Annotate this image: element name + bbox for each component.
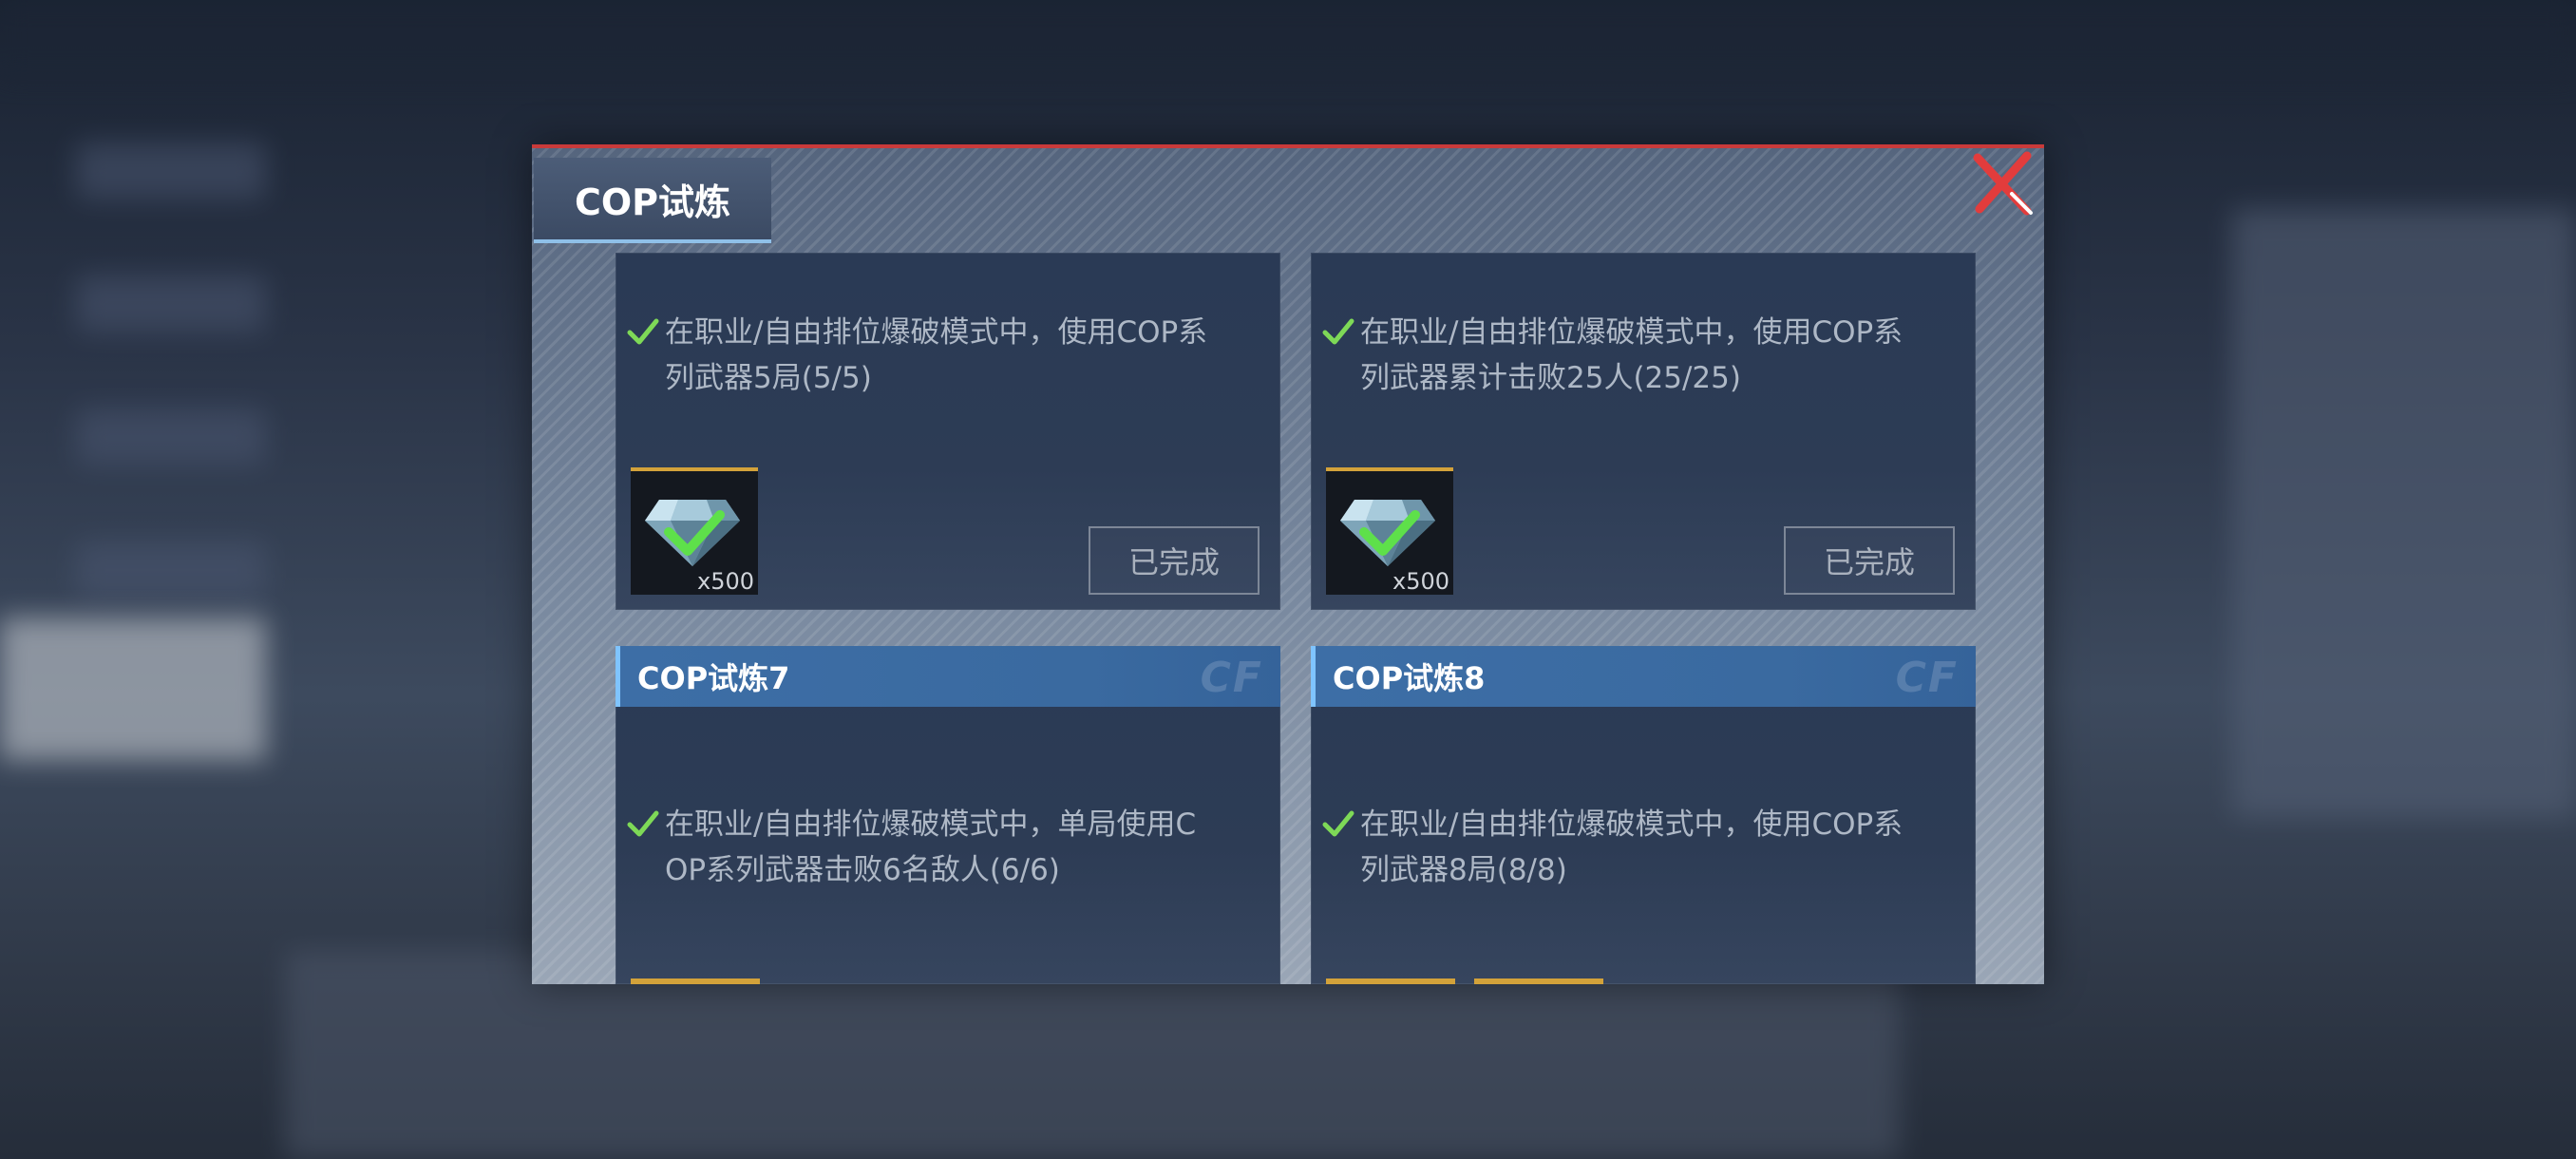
task-row: 在职业/自由排位爆破模式中，单局使用C OP系列武器击败6名敌人(6/6): [627, 802, 1261, 893]
reward-item[interactable]: x500: [631, 467, 758, 595]
cf-logo-icon: CF: [1895, 654, 1959, 702]
card-title: COP试炼8 CF: [1311, 646, 1976, 707]
reward-item[interactable]: x500: [1326, 467, 1453, 595]
background-menu-item: [76, 542, 266, 598]
background-menu-item: [76, 142, 266, 200]
task-card-cop-trial-7: COP试炼7 CF 在职业/自由排位爆破模式中，单局使用C OP系列武器击败6名…: [616, 646, 1280, 984]
task-description: 在职业/自由排位爆破模式中，使用COP系 列武器累计击败25人(25/25): [1360, 315, 1904, 395]
close-button[interactable]: [1968, 148, 2040, 220]
background-top-bar: [0, 0, 2576, 76]
tab-cop-trial[interactable]: COP试炼: [534, 158, 771, 243]
task-row: 在职业/自由排位爆破模式中，使用COP系 列武器8局(8/8): [1322, 802, 1957, 893]
completed-button[interactable]: 已完成: [1089, 526, 1260, 595]
checkmark-icon: [1322, 318, 1354, 345]
background-right-panel: [2232, 209, 2576, 817]
task-card: 在职业/自由排位爆破模式中，使用COP系 列武器累计击败25人(25/25) x…: [1311, 253, 1976, 610]
reward-item-edge: [631, 978, 760, 984]
background-menu-item: [76, 408, 266, 466]
task-row: 在职业/自由排位爆破模式中，使用COP系 列武器累计击败25人(25/25): [1322, 310, 1957, 401]
reward-quantity: x500: [696, 568, 754, 595]
close-x-icon: [1973, 151, 2033, 216]
task-description: 在职业/自由排位爆破模式中，单局使用C OP系列武器击败6名敌人(6/6): [665, 808, 1197, 887]
task-description: 在职业/自由排位爆破模式中，使用COP系 列武器8局(8/8): [1360, 808, 1904, 887]
checkmark-icon: [1322, 810, 1354, 837]
completed-button[interactable]: 已完成: [1784, 526, 1955, 595]
background-menu-item: [76, 276, 266, 332]
cop-trial-dialog: COP试炼 在职业/自由排位爆破模式中，使用COP系 列武器5局(5/5) x5…: [532, 144, 2044, 984]
background-left-panel: [0, 618, 266, 760]
task-row: 在职业/自由排位爆破模式中，使用COP系 列武器5局(5/5): [627, 310, 1261, 401]
checkmark-icon: [627, 318, 659, 345]
card-title: COP试炼7 CF: [616, 646, 1280, 707]
task-list[interactable]: 在职业/自由排位爆破模式中，使用COP系 列武器5局(5/5) x500 已完成: [616, 253, 1978, 984]
checkmark-icon: [627, 810, 659, 837]
task-description: 在职业/自由排位爆破模式中，使用COP系 列武器5局(5/5): [665, 315, 1208, 395]
task-card: 在职业/自由排位爆破模式中，使用COP系 列武器5局(5/5) x500 已完成: [616, 253, 1280, 610]
cf-logo-icon: CF: [1200, 654, 1263, 702]
task-card-cop-trial-8: COP试炼8 CF 在职业/自由排位爆破模式中，使用COP系 列武器8局(8/8…: [1311, 646, 1976, 984]
reward-quantity: x500: [1392, 568, 1449, 595]
reward-item-edge: [1326, 978, 1455, 984]
reward-item-edge: [1474, 978, 1603, 984]
